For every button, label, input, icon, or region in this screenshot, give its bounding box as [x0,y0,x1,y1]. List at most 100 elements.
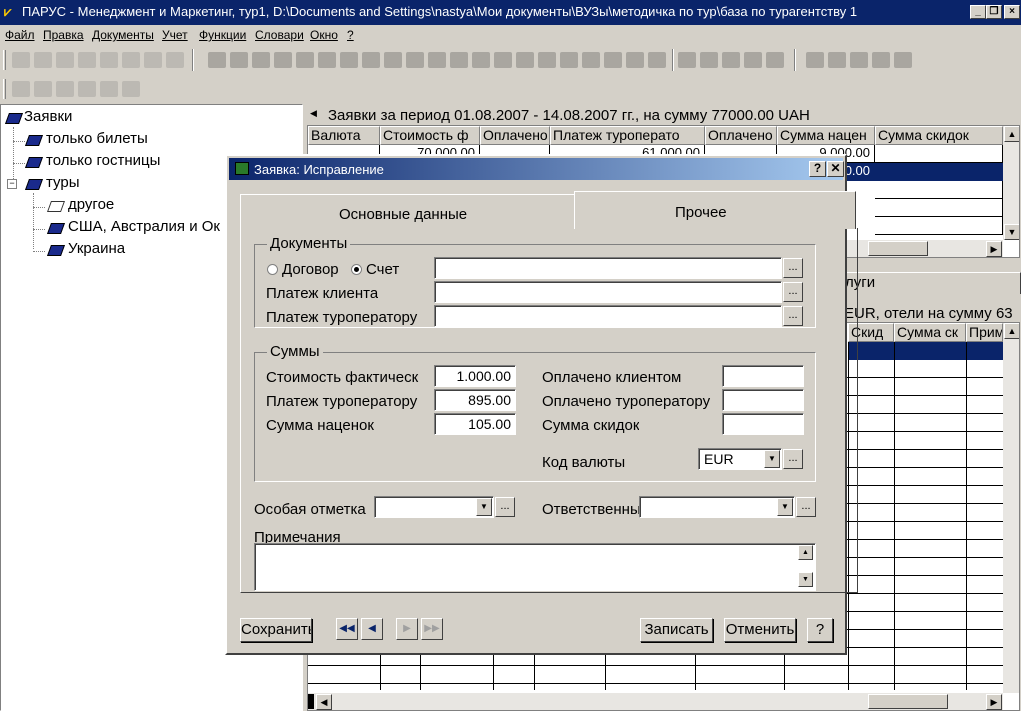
scroll-thumb[interactable] [868,241,928,256]
delete-icon[interactable] [78,52,96,68]
table-cell[interactable] [875,199,1003,217]
scroll-down-icon[interactable]: ▼ [798,572,813,587]
tab-other[interactable]: Прочее [574,191,856,229]
tool-icon-4[interactable] [274,52,292,68]
tool-icon-19[interactable] [604,52,622,68]
calculator-icon[interactable] [806,52,824,68]
column-header[interactable]: Сумма нацен [777,126,875,145]
operator-payment-field[interactable]: 895.00 [434,389,516,411]
special-mark-lookup-button[interactable]: ... [495,497,515,517]
tool-icon-11[interactable] [428,52,446,68]
tool2-icon-6[interactable] [122,81,140,97]
first-record-icon[interactable]: ◀◀ [336,618,358,640]
column-header[interactable]: Оплачено [705,126,777,145]
tool-icon-26[interactable] [766,52,784,68]
person-icon[interactable] [362,52,380,68]
tree-item[interactable]: только билеты [46,130,148,147]
tool2-icon-1[interactable] [12,81,30,97]
prev-record-icon[interactable]: ◀ [361,618,383,640]
scroll-thumb[interactable] [868,694,948,709]
next-record-icon[interactable]: ▶ [396,618,418,640]
copy-record-icon[interactable] [34,52,52,68]
operator-payment-lookup-button[interactable]: ... [783,306,803,326]
exit-icon[interactable] [894,52,912,68]
close-button[interactable]: × [1004,5,1020,19]
tool-icon-7[interactable] [340,52,358,68]
tool-icon-20[interactable] [626,52,644,68]
document-lookup-button[interactable]: ... [783,258,803,278]
tab-main-data[interactable]: Основные данные [240,194,575,228]
menu-dictionaries[interactable]: Словари [255,28,304,42]
chevron-down-icon[interactable]: ▼ [764,450,780,468]
last-record-icon[interactable]: ▶▶ [421,618,443,640]
actual-cost-field[interactable]: 1.000.00 [434,365,516,387]
tool-icon-9[interactable] [384,52,402,68]
column-header[interactable]: Валюта [308,126,380,145]
tool2-icon-4[interactable] [78,81,96,97]
column-header[interactable]: Прим [966,323,1003,342]
currency-lookup-button[interactable]: ... [783,449,803,469]
tree-item[interactable]: Украина [68,240,125,257]
tool-icon-24[interactable] [722,52,740,68]
restore-button[interactable]: ❐ [986,5,1002,19]
scroll-down-icon[interactable]: ▼ [1004,224,1019,240]
radio-invoice[interactable] [351,264,362,275]
tools-icon[interactable] [828,52,846,68]
chevron-down-icon[interactable]: ▼ [476,498,492,516]
tool-icon-3[interactable] [252,52,270,68]
table-cell[interactable] [875,217,1003,235]
dialog-help-icon[interactable]: ? [809,161,826,177]
markup-field[interactable]: 105.00 [434,413,516,435]
operator-payment-doc-field[interactable] [434,305,782,327]
scroll-left-icon[interactable]: ◀ [316,694,332,710]
tree-item-root[interactable]: Заявки [24,108,72,125]
cancel-button[interactable]: Отменить [724,618,796,642]
tool-icon-6[interactable] [318,52,336,68]
print-icon[interactable] [144,52,162,68]
column-header[interactable]: Сумма скидок [875,126,1003,145]
client-payment-field[interactable] [434,281,782,303]
scroll-up-icon[interactable]: ▲ [798,545,813,560]
vertical-scrollbar[interactable] [1003,323,1019,693]
folder-icon[interactable] [850,52,868,68]
tool-icon-17[interactable] [560,52,578,68]
column-header[interactable]: Стоимость ф [380,126,480,145]
menu-accounting[interactable]: Учет [162,28,188,42]
column-header[interactable]: Платеж туроперато [550,126,705,145]
scroll-thumb[interactable] [308,694,314,709]
left-arrow-icon[interactable]: ◀ [310,108,317,119]
chevron-down-icon[interactable]: ▼ [777,498,793,516]
tool2-icon-3[interactable] [56,81,74,97]
menu-help[interactable]: ? [347,28,354,42]
tool-icon-2[interactable] [230,52,248,68]
tool-icon-14[interactable] [494,52,512,68]
column-header[interactable]: Оплачено [480,126,550,145]
table-cell[interactable] [875,181,1003,199]
tool-icon-13[interactable] [472,52,490,68]
menu-edit[interactable]: Правка [43,28,84,42]
collapse-icon[interactable]: − [7,179,17,189]
discounts-field[interactable] [722,413,804,435]
responsible-select[interactable] [639,496,795,518]
tool2-icon-2[interactable] [34,81,52,97]
clock-icon[interactable] [538,52,556,68]
radio-contract[interactable] [267,264,278,275]
tool-icon-10[interactable] [406,52,424,68]
help-button[interactable]: ? [807,618,833,642]
menu-documents[interactable]: Документы [92,28,154,42]
save-button[interactable]: Сохранить [240,618,312,642]
scroll-up-icon[interactable]: ▲ [1004,323,1019,339]
paid-client-field[interactable] [722,365,804,387]
scroll-right-icon[interactable]: ▶ [986,241,1002,257]
tree-item[interactable]: другое [68,196,114,213]
currency-icon[interactable] [678,52,696,68]
tree-item[interactable]: только гостницы [46,152,160,169]
document-field[interactable] [434,257,782,279]
settings-icon[interactable] [166,52,184,68]
tool-icon-1[interactable] [208,52,226,68]
tool-icon-15[interactable] [516,52,534,68]
tool-icon-25[interactable] [744,52,762,68]
scroll-right-icon[interactable]: ▶ [986,694,1002,710]
tree-item[interactable]: туры [46,174,80,191]
scroll-up-icon[interactable]: ▲ [1004,126,1019,142]
